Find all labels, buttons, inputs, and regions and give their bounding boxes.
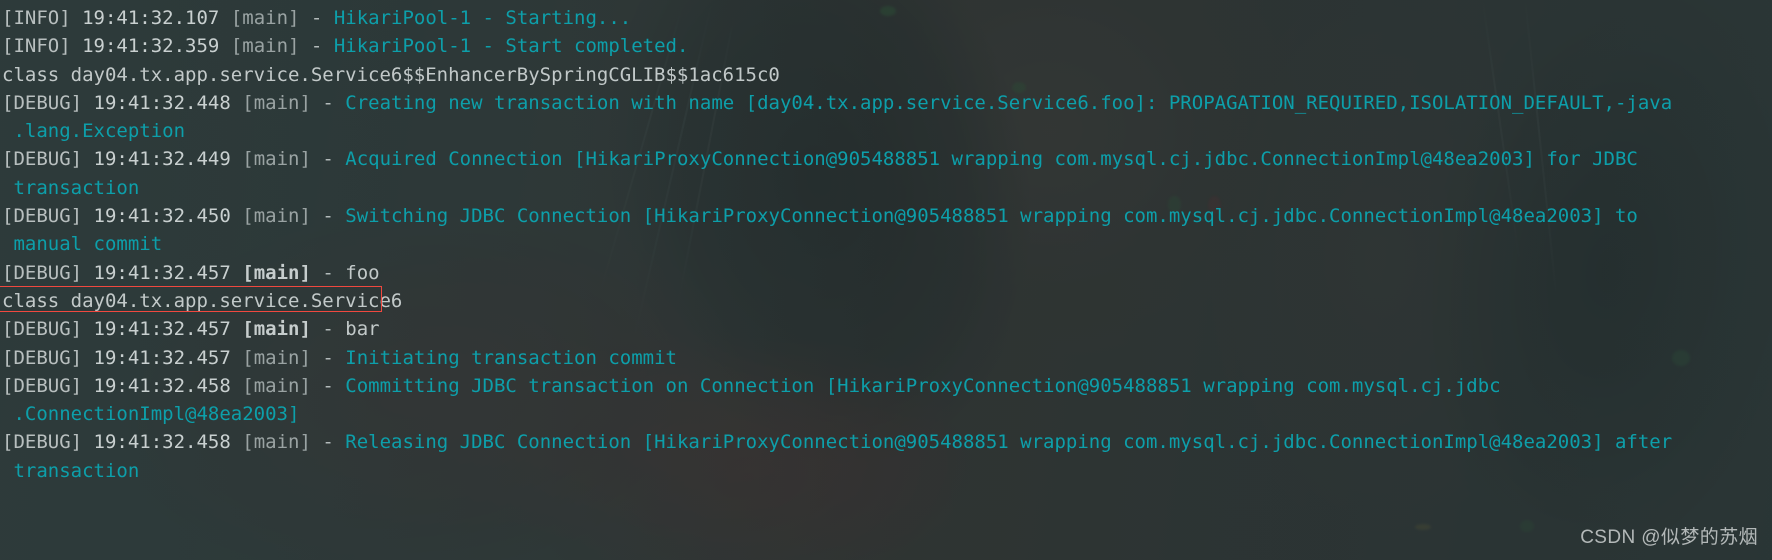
log-line[interactable]: [DEBUG] 19:41:32.457 [main] - foo bbox=[2, 259, 1772, 287]
log-level: [DEBUG] bbox=[2, 261, 83, 284]
log-level: [DEBUG] bbox=[2, 374, 83, 397]
log-line[interactable]: [DEBUG] 19:41:32.448 [main] - Creating n… bbox=[2, 89, 1772, 117]
log-separator: - bbox=[310, 7, 323, 29]
log-timestamp: 19:41:32.457 bbox=[93, 346, 231, 369]
log-message: Initiating transaction commit bbox=[345, 346, 677, 369]
log-message: Acquired Connection [HikariProxyConnecti… bbox=[345, 148, 1638, 171]
log-stdout-text: class day04.tx.app.service.Service6 bbox=[2, 289, 403, 312]
log-level: [DEBUG] bbox=[2, 205, 83, 228]
log-level: [INFO] bbox=[2, 35, 71, 58]
log-timestamp: 19:41:32.450 bbox=[93, 205, 231, 228]
log-thread: [main] bbox=[230, 35, 300, 58]
log-line[interactable]: [DEBUG] 19:41:32.457 [main] - Initiating… bbox=[2, 344, 1772, 372]
log-level: [INFO] bbox=[2, 7, 71, 29]
log-thread: [main] bbox=[242, 205, 311, 228]
log-message-continuation: manual commit bbox=[2, 233, 163, 256]
log-separator: - bbox=[322, 431, 334, 454]
log-message: HikariPool-1 - Start completed. bbox=[333, 35, 689, 58]
log-separator: - bbox=[322, 148, 334, 171]
log-message: Releasing JDBC Connection [HikariProxyCo… bbox=[345, 431, 1673, 454]
log-thread: [main] bbox=[242, 318, 311, 341]
log-thread: [main] bbox=[242, 148, 311, 171]
log-line[interactable]: [DEBUG] 19:41:32.457 [main] - bar bbox=[2, 315, 1772, 343]
log-message-continuation: transaction bbox=[2, 176, 140, 199]
log-timestamp: 19:41:32.457 bbox=[93, 261, 231, 284]
log-level: [DEBUG] bbox=[2, 91, 83, 114]
log-line[interactable]: manual commit bbox=[2, 230, 1772, 258]
log-line[interactable]: [DEBUG] 19:41:32.458 [main] - Releasing … bbox=[2, 428, 1772, 456]
log-timestamp: 19:41:32.458 bbox=[93, 431, 231, 454]
log-message-continuation: transaction bbox=[2, 459, 140, 482]
log-message: Creating new transaction with name [day0… bbox=[345, 91, 1673, 114]
log-message-continuation: .lang.Exception bbox=[2, 120, 186, 143]
log-level: [DEBUG] bbox=[2, 431, 83, 454]
log-timestamp: 19:41:32.448 bbox=[93, 91, 231, 114]
log-separator: - bbox=[322, 91, 334, 114]
log-line[interactable]: class day04.tx.app.service.Service6$$Enh… bbox=[2, 61, 1772, 89]
background-gem-gold bbox=[1415, 524, 1431, 530]
console-output-panel[interactable]: [INFO] 19:41:32.107 [main] - HikariPool-… bbox=[0, 0, 1772, 560]
highlighted-class-output: class day04.tx.app.service.Service6 bbox=[0, 285, 403, 315]
log-thread: [main] bbox=[242, 374, 311, 397]
log-line[interactable]: .lang.Exception bbox=[2, 117, 1772, 145]
log-separator: - bbox=[322, 374, 334, 397]
log-timestamp: 19:41:32.107 bbox=[82, 7, 220, 29]
csdn-watermark: CSDN @似梦的苏烟 bbox=[1580, 526, 1758, 548]
log-line[interactable]: [DEBUG] 19:41:32.449 [main] - Acquired C… bbox=[2, 145, 1772, 173]
log-timestamp: 19:41:32.359 bbox=[82, 35, 220, 58]
log-separator: - bbox=[322, 261, 334, 284]
log-stdout-text: class day04.tx.app.service.Service6$$Enh… bbox=[2, 63, 780, 86]
log-message: Committing JDBC transaction on Connectio… bbox=[345, 374, 1501, 397]
log-timestamp: 19:41:32.457 bbox=[93, 318, 231, 341]
log-thread: [main] bbox=[230, 7, 300, 29]
background-gem-green bbox=[1520, 520, 1534, 532]
log-message: HikariPool-1 - Starting... bbox=[333, 7, 632, 29]
log-line[interactable]: class day04.tx.app.service.Service6 bbox=[0, 285, 1772, 315]
log-separator: - bbox=[322, 318, 334, 341]
log-timestamp: 19:41:32.449 bbox=[93, 148, 231, 171]
log-line[interactable]: transaction bbox=[2, 174, 1772, 202]
log-message: foo bbox=[345, 261, 380, 284]
log-timestamp: 19:41:32.458 bbox=[93, 374, 231, 397]
log-message: Switching JDBC Connection [HikariProxyCo… bbox=[345, 205, 1638, 228]
log-separator: - bbox=[322, 205, 334, 228]
log-thread: [main] bbox=[242, 261, 311, 284]
log-line[interactable]: [DEBUG] 19:41:32.458 [main] - Committing… bbox=[2, 372, 1772, 400]
log-line[interactable]: [DEBUG] 19:41:32.450 [main] - Switching … bbox=[2, 202, 1772, 230]
log-level: [DEBUG] bbox=[2, 346, 83, 369]
log-separator: - bbox=[310, 35, 323, 58]
log-separator: - bbox=[322, 346, 334, 369]
log-level: [DEBUG] bbox=[2, 318, 83, 341]
log-thread: [main] bbox=[242, 346, 311, 369]
log-text-area: [INFO] 19:41:32.107 [main] - HikariPool-… bbox=[0, 0, 1772, 485]
log-thread: [main] bbox=[242, 91, 311, 114]
log-message-continuation: .ConnectionImpl@48ea2003] bbox=[2, 403, 300, 426]
log-message: bar bbox=[345, 318, 380, 341]
log-level: [DEBUG] bbox=[2, 148, 83, 171]
log-thread: [main] bbox=[242, 431, 311, 454]
log-line[interactable]: transaction bbox=[2, 457, 1772, 485]
log-line[interactable]: [INFO] 19:41:32.107 [main] - HikariPool-… bbox=[2, 4, 1772, 32]
log-line[interactable]: .ConnectionImpl@48ea2003] bbox=[2, 400, 1772, 428]
log-line[interactable]: [INFO] 19:41:32.359 [main] - HikariPool-… bbox=[2, 32, 1772, 60]
